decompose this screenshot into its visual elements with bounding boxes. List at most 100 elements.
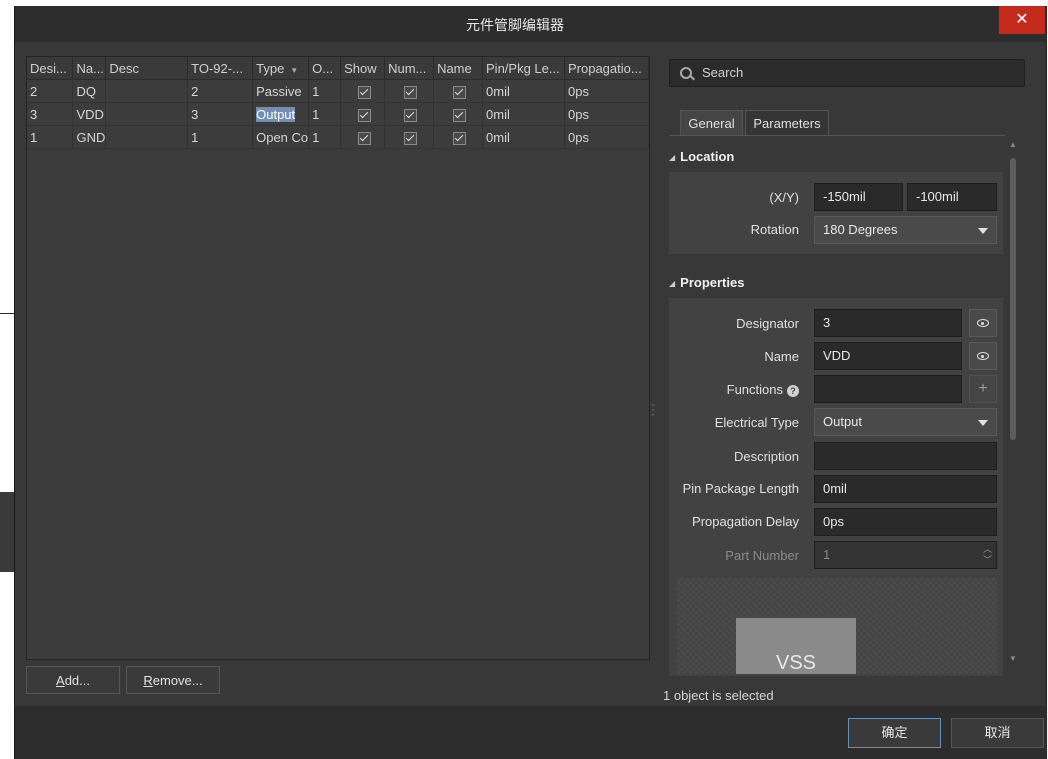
remove-label: emove...	[152, 673, 203, 688]
collapse-triangle-icon: ◢	[669, 279, 676, 289]
cell-designator[interactable]: 3	[27, 102, 74, 126]
properties-title: Properties	[680, 275, 745, 290]
number-checkbox[interactable]	[404, 131, 418, 145]
column-header-type[interactable]: Type ▼	[252, 57, 310, 80]
column-header-number[interactable]: Num...	[384, 57, 435, 80]
functions-field[interactable]	[814, 375, 962, 403]
cell-desc[interactable]	[105, 79, 189, 103]
column-header-pin-pkg-length[interactable]: Pin/Pkg Le...	[482, 57, 565, 80]
help-icon[interactable]: ?	[787, 384, 799, 397]
cell-to92[interactable]: 3	[187, 102, 254, 126]
cell-pin-pkg-length[interactable]: 0mil	[482, 79, 565, 103]
add-function-button[interactable]: +	[969, 375, 997, 403]
cell-name-visible	[433, 102, 484, 126]
cell-show	[340, 125, 386, 149]
search-box[interactable]: Search	[669, 59, 1025, 87]
cell-pin-pkg-length[interactable]: 0mil	[482, 125, 565, 149]
number-checkbox[interactable]	[404, 85, 418, 99]
cell-type[interactable]: Passive	[252, 79, 310, 103]
cell-name[interactable]: VDD	[72, 102, 107, 126]
close-button[interactable]: ✕	[999, 6, 1045, 34]
cell-pin-pkg-length[interactable]: 0mil	[482, 102, 565, 126]
name-checkbox[interactable]	[453, 85, 467, 99]
add-button[interactable]: Add...	[26, 666, 120, 694]
x-field[interactable]: -150mil	[814, 183, 903, 211]
tab-divider	[669, 135, 1005, 136]
cancel-button[interactable]: 取消	[951, 718, 1044, 748]
plus-icon: +	[978, 380, 988, 397]
cell-propagation[interactable]: 0ps	[564, 125, 650, 149]
add-label: dd...	[64, 673, 90, 688]
cell-to92[interactable]: 2	[187, 79, 254, 103]
cell-propagation[interactable]: 0ps	[564, 79, 650, 103]
show-checkbox[interactable]	[357, 108, 371, 122]
location-section-header[interactable]: ◢ Location	[669, 149, 734, 164]
cell-type-selected[interactable]: Output	[252, 102, 310, 126]
cell-designator[interactable]: 1	[27, 125, 74, 149]
cell-propagation[interactable]: 0ps	[564, 102, 650, 126]
cell-desc[interactable]	[105, 125, 189, 149]
properties-scrollbar[interactable]: ▲ ▼	[1007, 140, 1019, 666]
description-field[interactable]	[814, 442, 997, 470]
search-input[interactable]: Search	[702, 65, 743, 80]
description-label: Description	[733, 449, 799, 464]
cell-name[interactable]: GND	[72, 125, 107, 149]
column-header-desc[interactable]: Desc	[105, 57, 189, 80]
scrollbar-thumb[interactable]	[1010, 158, 1016, 440]
dialog-title: 元件管脚编辑器	[466, 17, 564, 33]
cell-desc[interactable]	[105, 102, 189, 126]
cell-designator[interactable]: 2	[27, 79, 74, 103]
tab-parameters[interactable]: Parameters	[745, 110, 829, 135]
eye-icon	[977, 352, 989, 360]
show-checkbox[interactable]	[357, 85, 371, 99]
eye-icon	[977, 319, 989, 327]
pin-package-length-field[interactable]: 0mil	[814, 475, 997, 503]
scroll-up-icon[interactable]: ▲	[1009, 140, 1017, 149]
ok-button[interactable]: 确定	[848, 718, 941, 748]
designator-label: Designator	[736, 316, 799, 331]
y-field[interactable]: -100mil	[907, 183, 997, 211]
table-row[interactable]: 3 VDD 3 Output 1 0mil 0ps	[27, 102, 650, 126]
designator-field[interactable]: 3	[814, 309, 962, 337]
scroll-down-icon[interactable]: ▼	[1009, 654, 1017, 663]
number-checkbox[interactable]	[404, 108, 418, 122]
properties-section-header[interactable]: ◢ Properties	[669, 275, 744, 290]
cell-number	[384, 79, 435, 103]
selected-cell-text: Output	[256, 106, 296, 122]
cell-type[interactable]: Open Co	[252, 125, 310, 149]
name-checkbox[interactable]	[453, 131, 467, 145]
cell-name[interactable]: DQ	[72, 79, 107, 103]
cell-owner[interactable]: 1	[308, 102, 342, 126]
name-visibility-button[interactable]	[969, 342, 997, 370]
column-header-name[interactable]: Na...	[72, 57, 107, 80]
column-header-owner[interactable]: O...	[308, 57, 342, 80]
cell-name-visible	[433, 125, 484, 149]
column-header-show[interactable]: Show	[340, 57, 386, 80]
propagation-delay-field[interactable]: 0ps	[814, 508, 997, 536]
name-checkbox[interactable]	[453, 108, 467, 122]
cell-to92[interactable]: 1	[187, 125, 254, 149]
spin-arrows-icon: ︿ ﹀	[982, 544, 992, 565]
chevron-down-icon	[978, 228, 988, 234]
collapse-triangle-icon: ◢	[669, 153, 676, 163]
column-header-designator[interactable]: Desi...	[27, 57, 74, 80]
column-header-name-visible[interactable]: Name	[433, 57, 484, 80]
column-header-to92[interactable]: TO-92-...	[187, 57, 254, 80]
table-row[interactable]: 2 DQ 2 Passive 1 0mil 0ps	[27, 79, 650, 103]
cell-owner[interactable]: 1	[308, 79, 342, 103]
cell-owner[interactable]: 1	[308, 125, 342, 149]
electrical-type-dropdown[interactable]: Output	[814, 408, 997, 436]
rotation-dropdown[interactable]: 180 Degrees	[814, 216, 997, 244]
title-bar[interactable]: 元件管脚编辑器 ✕	[15, 6, 1047, 42]
cell-number	[384, 102, 435, 126]
column-header-propagation[interactable]: Propagatio...	[564, 57, 650, 80]
part-number-value: 1	[823, 547, 831, 562]
show-checkbox[interactable]	[357, 131, 371, 145]
designator-visibility-button[interactable]	[969, 309, 997, 337]
pin-grid[interactable]: Desi... Na... Desc TO-92-... Type ▼ O... …	[26, 56, 650, 660]
panel-splitter-handle[interactable]: · · ·	[651, 398, 655, 420]
table-row[interactable]: 1 GND 1 Open Co 1 0mil 0ps	[27, 125, 650, 149]
remove-button[interactable]: Remove...	[126, 666, 220, 694]
tab-general[interactable]: General	[680, 110, 743, 135]
name-field[interactable]: VDD	[814, 342, 962, 370]
